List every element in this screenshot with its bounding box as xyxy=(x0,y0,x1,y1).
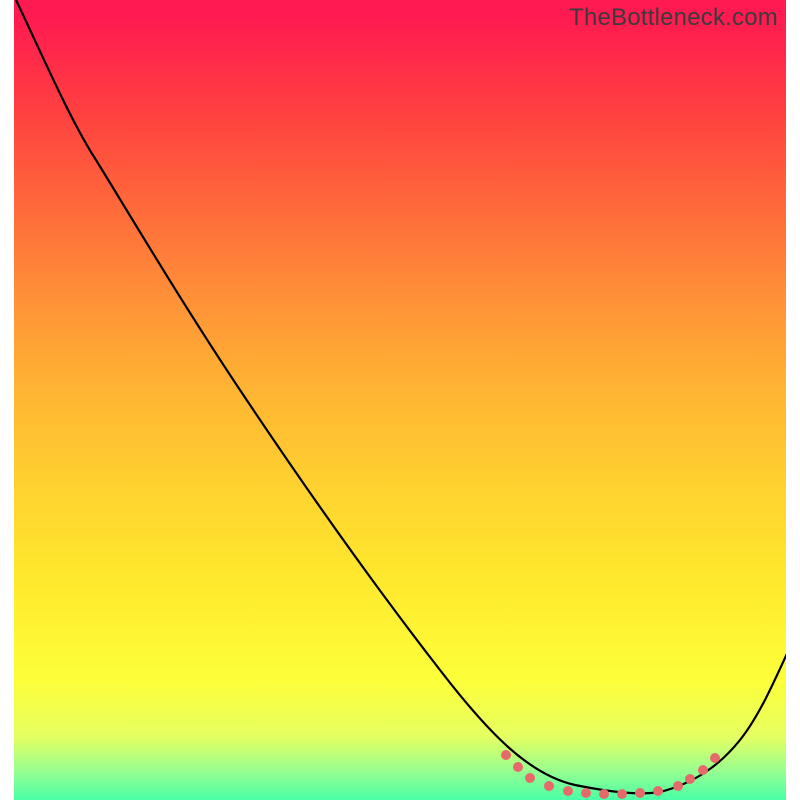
left-margin-band xyxy=(0,0,14,800)
heatmap-background xyxy=(0,0,800,800)
watermark-text: TheBottleneck.com xyxy=(569,4,778,32)
chart-canvas: TheBottleneck.com xyxy=(0,0,800,800)
right-margin-band xyxy=(786,0,800,800)
